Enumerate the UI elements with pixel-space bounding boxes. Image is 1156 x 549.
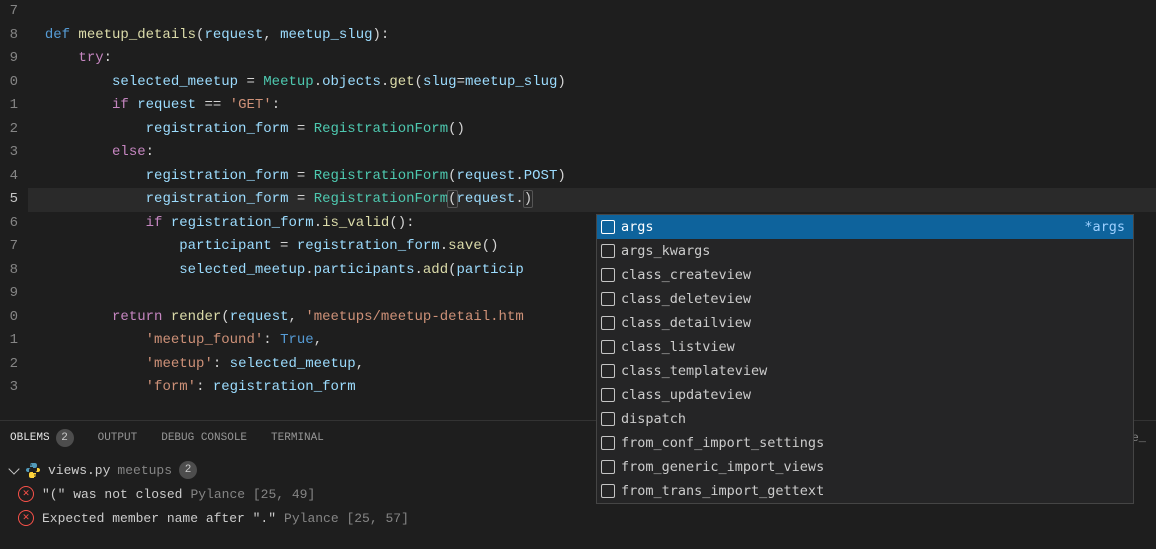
line-number: 2 xyxy=(0,118,18,142)
tab-debug-console[interactable]: DEBUG CONSOLE xyxy=(161,432,247,444)
line-number: 0 xyxy=(0,306,18,330)
line-number: 5 xyxy=(0,188,18,212)
suggestion-label: class_templateview xyxy=(621,363,1125,379)
snippet-icon xyxy=(601,364,615,378)
suggestion-item[interactable]: from_trans_import_gettext xyxy=(597,479,1133,503)
snippet-icon xyxy=(601,388,615,402)
code-line[interactable]: else: xyxy=(28,141,1156,165)
problem-source: Pylance [25, 57] xyxy=(284,511,409,526)
error-icon: ✕ xyxy=(18,510,34,526)
line-number: 9 xyxy=(0,282,18,306)
line-number: 2 xyxy=(0,353,18,377)
snippet-icon xyxy=(601,268,615,282)
suggestion-item[interactable]: dispatch xyxy=(597,407,1133,431)
code-line[interactable]: def meetup_details(request, meetup_slug)… xyxy=(28,24,1156,48)
suggestion-label: args xyxy=(621,219,1078,235)
problem-source: Pylance [25, 49] xyxy=(190,487,315,502)
suggestion-label: class_updateview xyxy=(621,387,1125,403)
suggestion-label: from_trans_import_gettext xyxy=(621,483,1125,499)
suggestion-item[interactable]: from_conf_import_settings xyxy=(597,431,1133,455)
problems-count-badge: 2 xyxy=(56,429,74,447)
chevron-down-icon xyxy=(8,463,19,474)
line-number: 3 xyxy=(0,376,18,400)
suggestion-label: dispatch xyxy=(621,411,1125,427)
snippet-icon xyxy=(601,460,615,474)
intellisense-popup[interactable]: args *args args_kwargs class_createviewclas… xyxy=(596,214,1134,504)
code-line[interactable]: registration_form = RegistrationForm(req… xyxy=(28,165,1156,189)
code-line[interactable]: selected_meetup = Meetup.objects.get(slu… xyxy=(28,71,1156,95)
tab-label: OBLEMS xyxy=(10,432,50,444)
suggestion-item[interactable]: class_templateview xyxy=(597,359,1133,383)
code-line[interactable]: try: xyxy=(28,47,1156,71)
suggestion-label: args_kwargs xyxy=(621,243,1125,259)
line-number: 6 xyxy=(0,212,18,236)
suggestion-item[interactable]: class_listview xyxy=(597,335,1133,359)
line-number: 8 xyxy=(0,259,18,283)
line-number: 7 xyxy=(0,0,18,24)
line-number: 3 xyxy=(0,141,18,165)
snippet-icon xyxy=(601,220,615,234)
suggestion-item[interactable]: args_kwargs xyxy=(597,239,1133,263)
python-file-icon xyxy=(25,462,41,478)
code-line[interactable]: registration_form = RegistrationForm() xyxy=(28,118,1156,142)
tab-terminal[interactable]: TERMINAL xyxy=(271,432,324,444)
snippet-icon xyxy=(601,412,615,426)
suggestion-label: from_conf_import_settings xyxy=(621,435,1125,451)
suggestion-label: from_generic_import_views xyxy=(621,459,1125,475)
suggestion-item[interactable]: class_detailview xyxy=(597,311,1133,335)
suggestion-label: class_createview xyxy=(621,267,1125,283)
suggestion-label: class_detailview xyxy=(621,315,1125,331)
tab-label: OUTPUT xyxy=(98,432,138,444)
suggestion-label: class_deleteview xyxy=(621,291,1125,307)
suggestion-item[interactable]: class_deleteview xyxy=(597,287,1133,311)
problem-item[interactable]: ✕ Expected member name after "." Pylance … xyxy=(0,506,1156,530)
suggestion-item[interactable]: args *args xyxy=(597,215,1133,239)
snippet-icon xyxy=(601,340,615,354)
file-name: views.py xyxy=(48,463,110,478)
suggestion-item[interactable]: class_updateview xyxy=(597,383,1133,407)
error-icon: ✕ xyxy=(18,486,34,502)
code-line[interactable] xyxy=(28,0,1156,24)
code-line[interactable]: if request == 'GET': xyxy=(28,94,1156,118)
tab-output[interactable]: OUTPUT xyxy=(98,432,138,444)
snippet-icon xyxy=(601,436,615,450)
suggestion-item[interactable]: class_createview xyxy=(597,263,1133,287)
line-number: 9 xyxy=(0,47,18,71)
file-problem-count: 2 xyxy=(179,461,197,479)
suggestion-hint: *args xyxy=(1084,219,1125,235)
tab-label: TERMINAL xyxy=(271,432,324,444)
snippet-icon xyxy=(601,484,615,498)
tab-problems[interactable]: OBLEMS 2 xyxy=(10,429,74,447)
line-number: 8 xyxy=(0,24,18,48)
snippet-icon xyxy=(601,292,615,306)
line-number: 1 xyxy=(0,329,18,353)
line-number: 1 xyxy=(0,94,18,118)
line-number-gutter: 78901234567890123 xyxy=(0,0,28,420)
suggestion-item[interactable]: from_generic_import_views xyxy=(597,455,1133,479)
tab-label: DEBUG CONSOLE xyxy=(161,432,247,444)
snippet-icon xyxy=(601,244,615,258)
problem-message: Expected member name after "." xyxy=(42,511,276,526)
suggestion-label: class_listview xyxy=(621,339,1125,355)
line-number: 7 xyxy=(0,235,18,259)
problem-message: "(" was not closed xyxy=(42,487,182,502)
snippet-icon xyxy=(601,316,615,330)
line-number: 4 xyxy=(0,165,18,189)
line-number: 0 xyxy=(0,71,18,95)
file-folder: meetups xyxy=(117,463,172,478)
code-line[interactable]: registration_form = RegistrationForm(req… xyxy=(28,188,1156,212)
